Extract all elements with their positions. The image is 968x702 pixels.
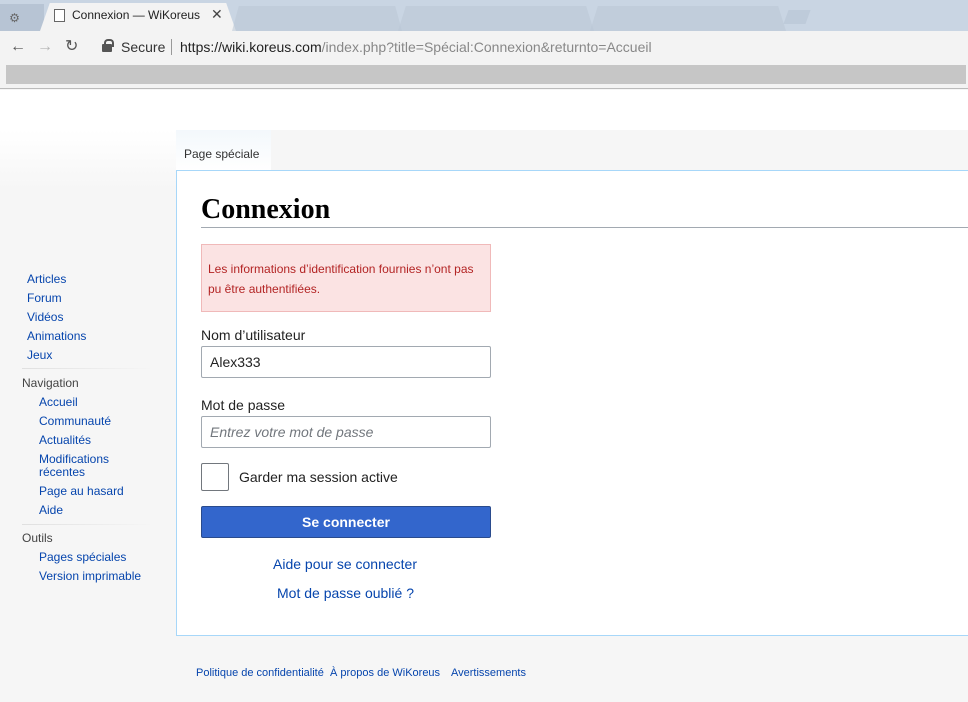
heading-divider	[201, 227, 968, 228]
browser-tab-previous[interactable]: ⚙	[0, 4, 44, 31]
new-tab-button[interactable]	[783, 10, 811, 24]
login-button[interactable]: Se connecter	[201, 506, 491, 538]
password-label: Mot de passe	[201, 397, 286, 413]
close-tab-icon[interactable]: ✕	[211, 6, 223, 23]
browser-tab-inactive[interactable]	[232, 6, 402, 31]
forward-arrow-icon[interactable]: →	[37, 38, 53, 56]
lock-icon[interactable]	[102, 39, 114, 52]
password-input[interactable]	[201, 416, 491, 448]
sidebar-item-actualites[interactable]: Actualités	[39, 434, 91, 446]
forgot-password-link[interactable]: Mot de passe oublié ?	[277, 585, 414, 601]
sidebar-item-articles[interactable]: Articles	[27, 273, 66, 285]
browser-tab-inactive[interactable]	[398, 6, 594, 31]
sidebar-divider	[22, 524, 154, 525]
sidebar-fade	[0, 130, 176, 190]
page-title: Connexion	[201, 194, 331, 225]
url-separator	[171, 39, 172, 55]
sidebar-item-videos[interactable]: Vidéos	[27, 311, 63, 323]
sidebar-item-pages-speciales[interactable]: Pages spéciales	[39, 551, 126, 563]
page-favicon-icon	[54, 9, 65, 22]
bookmarks-bar-redacted	[6, 65, 966, 84]
browser-tab-title: Connexion — WiKoreus	[72, 8, 201, 22]
sidebar-item-page-au-hasard[interactable]: Page au hasard	[39, 485, 124, 497]
error-message: Les informations d’identification fourni…	[201, 244, 491, 312]
bookmarks-bar	[0, 63, 968, 89]
sidebar-item-communaute[interactable]: Communauté	[39, 415, 111, 427]
browser-tab-bar: ⚙ Connexion — WiKoreus ✕	[0, 0, 968, 31]
sidebar-item-version-imprimable[interactable]: Version imprimable	[39, 570, 141, 582]
sidebar-item-forum[interactable]: Forum	[27, 292, 62, 304]
footer-disclaimers-link[interactable]: Avertissements	[451, 667, 526, 679]
sidebar-item-accueil[interactable]: Accueil	[39, 396, 78, 408]
sidebar-item-jeux[interactable]: Jeux	[27, 349, 52, 361]
username-input[interactable]	[201, 346, 491, 378]
url-host: https://wiki.koreus.com	[180, 39, 322, 55]
address-bar[interactable]: https://wiki.koreus.com/index.php?title=…	[180, 39, 652, 55]
tab-favicon-icon: ⚙	[9, 11, 20, 25]
wiki-page: Page spéciale Articles Forum Vidéos Anim…	[0, 90, 968, 702]
sidebar-divider	[22, 368, 154, 369]
remember-checkbox[interactable]	[201, 463, 229, 491]
footer-about-link[interactable]: À propos de WiKoreus	[330, 667, 440, 679]
remember-label[interactable]: Garder ma session active	[239, 469, 398, 485]
tab-special-page-label: Page spéciale	[184, 147, 260, 161]
browser-toolbar: ← → ↻ Secure https://wiki.koreus.com/ind…	[0, 31, 968, 63]
secure-label[interactable]: Secure	[121, 39, 165, 55]
login-help-link[interactable]: Aide pour se connecter	[273, 556, 417, 572]
page-header-area	[0, 90, 968, 130]
footer-privacy-link[interactable]: Politique de confidentialité	[196, 667, 324, 679]
sidebar-heading-outils: Outils	[22, 531, 53, 545]
username-label: Nom d’utilisateur	[201, 327, 306, 343]
back-arrow-icon[interactable]: ←	[10, 38, 26, 56]
sidebar-item-modifications-recentes[interactable]: Modifications récentes	[39, 453, 129, 479]
reload-icon[interactable]: ↻	[65, 38, 78, 56]
sidebar-heading-navigation: Navigation	[22, 376, 79, 390]
sidebar-item-animations[interactable]: Animations	[27, 330, 86, 342]
tab-special-page[interactable]: Page spéciale	[176, 130, 271, 171]
browser-tab-inactive[interactable]	[590, 6, 786, 31]
url-path: /index.php?title=Spécial:Connexion&retur…	[321, 39, 652, 55]
sidebar-item-aide[interactable]: Aide	[39, 504, 63, 516]
